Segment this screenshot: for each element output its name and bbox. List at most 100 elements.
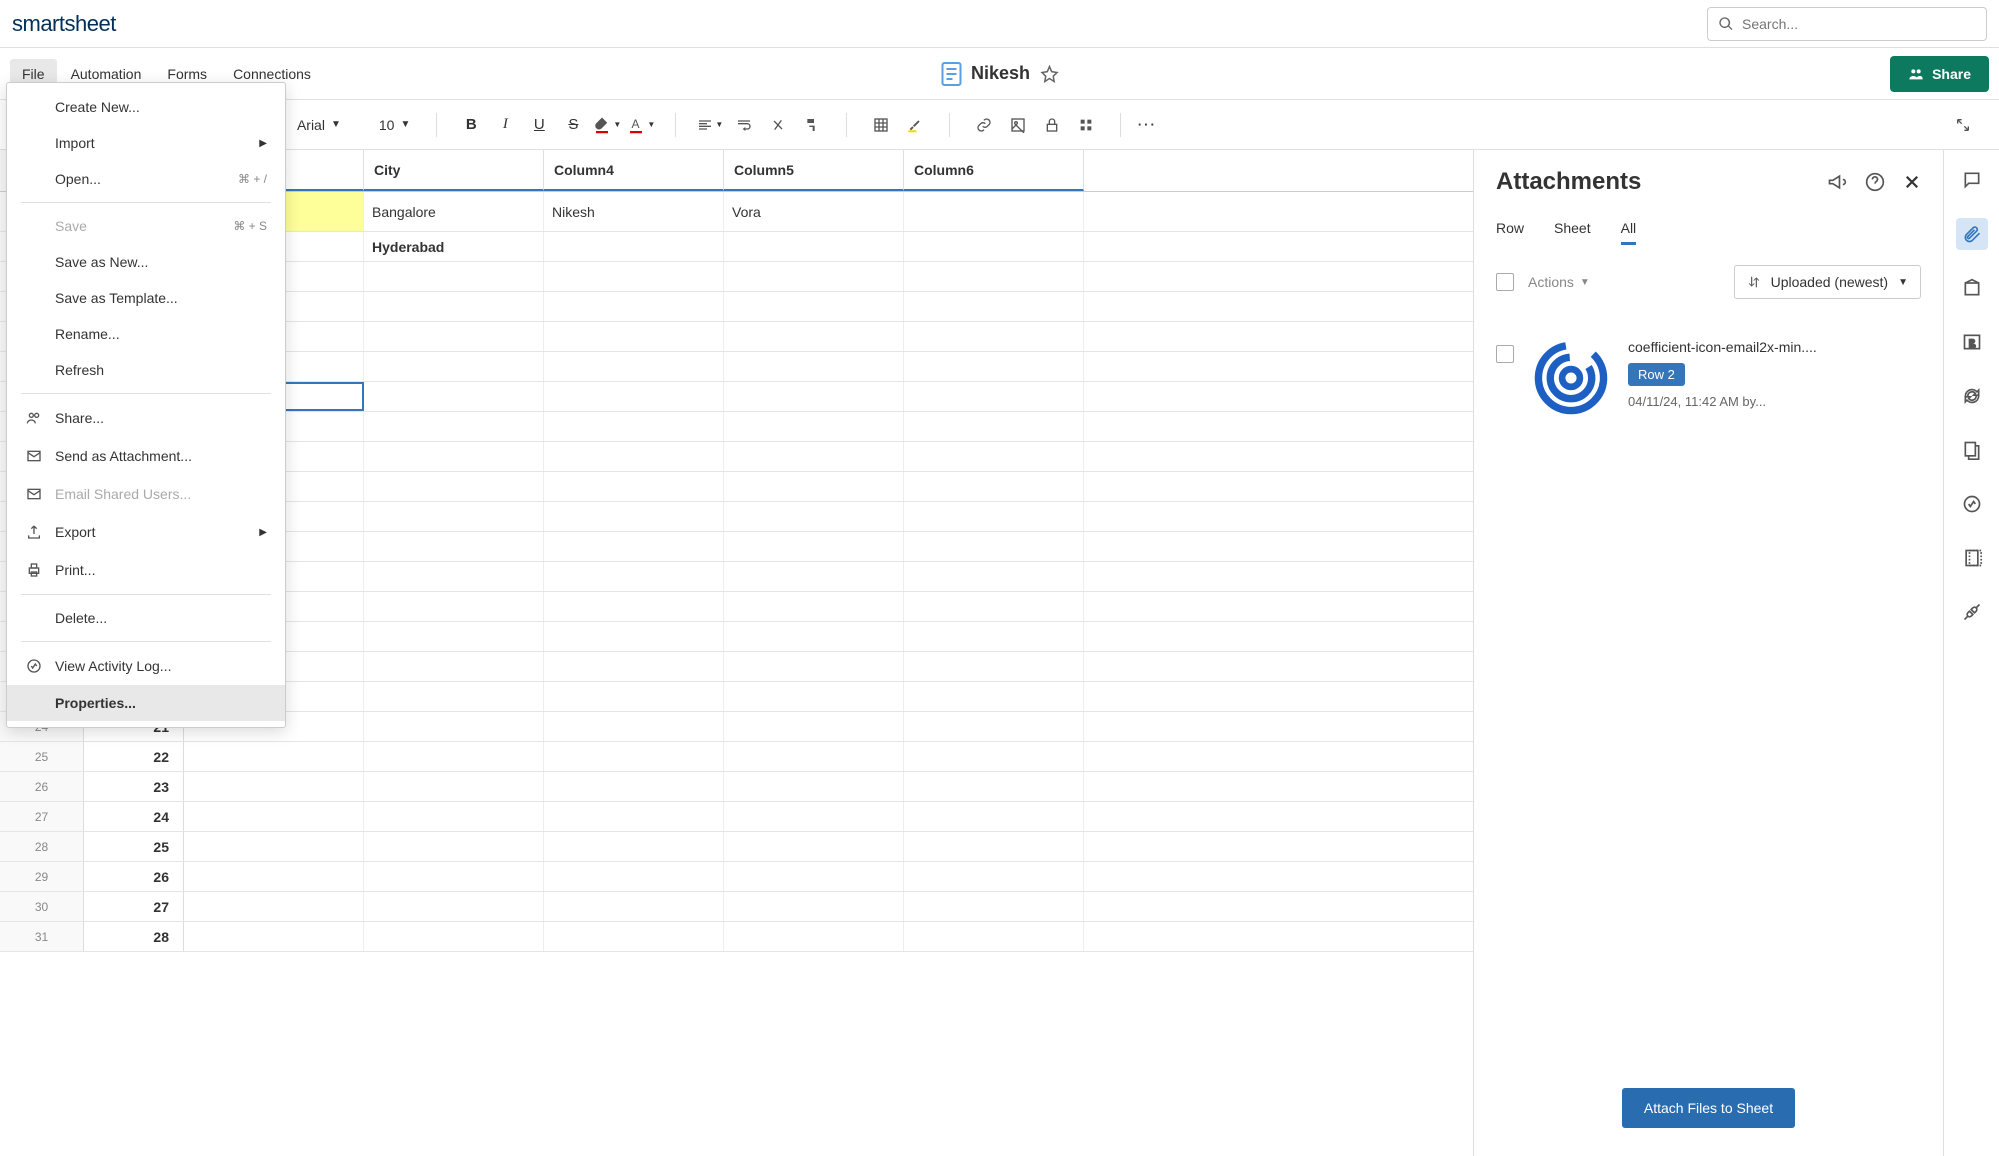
wrap-button[interactable]: [728, 109, 760, 141]
cell[interactable]: [544, 382, 724, 411]
cell[interactable]: [544, 322, 724, 351]
cell[interactable]: [724, 772, 904, 801]
cell[interactable]: [364, 892, 544, 921]
table-row[interactable]: 2623: [0, 772, 1473, 802]
attach-files-button[interactable]: Attach Files to Sheet: [1622, 1088, 1795, 1128]
cell[interactable]: [904, 922, 1084, 951]
search-box[interactable]: [1707, 7, 1987, 41]
expand-button[interactable]: [1947, 109, 1979, 141]
cell[interactable]: [904, 262, 1084, 291]
rail-brandfolder[interactable]: [1956, 326, 1988, 358]
cell[interactable]: [364, 922, 544, 951]
cell[interactable]: [724, 682, 904, 711]
cell[interactable]: [544, 472, 724, 501]
file-menu-item[interactable]: View Activity Log...: [7, 647, 285, 685]
cell[interactable]: [724, 382, 904, 411]
row-number[interactable]: 31: [0, 922, 84, 951]
tab-all[interactable]: All: [1621, 214, 1637, 245]
cell[interactable]: [544, 562, 724, 591]
strike-button[interactable]: S: [557, 109, 589, 141]
line-number-cell[interactable]: 24: [84, 802, 184, 831]
line-number-cell[interactable]: 23: [84, 772, 184, 801]
row-badge[interactable]: Row 2: [1628, 363, 1685, 386]
cell[interactable]: [904, 562, 1084, 591]
file-menu-item[interactable]: Delete...: [7, 600, 285, 636]
cell[interactable]: Nikesh: [544, 192, 724, 231]
announce-icon[interactable]: [1827, 172, 1847, 192]
link-button[interactable]: [968, 109, 1000, 141]
cell[interactable]: Bangalore: [364, 192, 544, 231]
cell[interactable]: [544, 262, 724, 291]
rail-activity[interactable]: [1956, 488, 1988, 520]
cell[interactable]: [904, 832, 1084, 861]
underline-button[interactable]: U: [523, 109, 555, 141]
cell[interactable]: [364, 562, 544, 591]
search-input[interactable]: [1742, 16, 1976, 32]
cell[interactable]: [724, 292, 904, 321]
tab-row[interactable]: Row: [1496, 214, 1524, 245]
rail-connections[interactable]: [1956, 596, 1988, 628]
cell[interactable]: [364, 742, 544, 771]
cell[interactable]: [364, 682, 544, 711]
row-number[interactable]: 28: [0, 832, 84, 861]
table-row[interactable]: 2724: [0, 802, 1473, 832]
fill-color-button[interactable]: ▼: [591, 109, 623, 141]
cell[interactable]: [904, 772, 1084, 801]
cell[interactable]: [544, 862, 724, 891]
file-menu-item[interactable]: Refresh: [7, 352, 285, 388]
cell[interactable]: [724, 622, 904, 651]
cell[interactable]: [364, 322, 544, 351]
attachment-checkbox[interactable]: [1496, 345, 1514, 363]
table-row[interactable]: 2522: [0, 742, 1473, 772]
cell[interactable]: [724, 532, 904, 561]
line-number-cell[interactable]: 26: [84, 862, 184, 891]
size-dropdown[interactable]: 10▼: [371, 113, 418, 137]
cell[interactable]: [724, 592, 904, 621]
table-row[interactable]: 2825: [0, 832, 1473, 862]
row-number[interactable]: 27: [0, 802, 84, 831]
file-menu-item[interactable]: Rename...: [7, 316, 285, 352]
line-number-cell[interactable]: 22: [84, 742, 184, 771]
cell[interactable]: [904, 592, 1084, 621]
cell[interactable]: [544, 592, 724, 621]
cell[interactable]: [364, 352, 544, 381]
share-button[interactable]: Share: [1890, 56, 1989, 92]
cell[interactable]: [904, 682, 1084, 711]
cell[interactable]: [904, 532, 1084, 561]
cell[interactable]: [544, 922, 724, 951]
highlight-button[interactable]: [899, 109, 931, 141]
cell[interactable]: [904, 352, 1084, 381]
cell[interactable]: [544, 442, 724, 471]
column-header[interactable]: Column6: [904, 150, 1084, 191]
column-header[interactable]: Column4: [544, 150, 724, 191]
attachment-item[interactable]: coefficient-icon-email2x-min.... Row 2 0…: [1496, 339, 1921, 417]
cell[interactable]: [724, 502, 904, 531]
doc-title[interactable]: Nikesh: [971, 63, 1030, 84]
line-number-cell[interactable]: 27: [84, 892, 184, 921]
format-painter-button[interactable]: [796, 109, 828, 141]
cell[interactable]: [904, 192, 1084, 231]
cell[interactable]: [364, 292, 544, 321]
cell[interactable]: [724, 892, 904, 921]
cell[interactable]: [904, 502, 1084, 531]
row-number[interactable]: 30: [0, 892, 84, 921]
font-dropdown[interactable]: Arial▼: [289, 113, 349, 137]
cell[interactable]: [904, 802, 1084, 831]
more-format-button[interactable]: [1070, 109, 1102, 141]
cell[interactable]: [724, 862, 904, 891]
file-menu-item[interactable]: Import▶: [7, 125, 285, 161]
file-menu-item[interactable]: Save as Template...: [7, 280, 285, 316]
cell[interactable]: [904, 892, 1084, 921]
cell[interactable]: [184, 802, 364, 831]
cell[interactable]: [904, 742, 1084, 771]
cell[interactable]: [724, 322, 904, 351]
cell[interactable]: [364, 712, 544, 741]
cell[interactable]: [724, 652, 904, 681]
cell[interactable]: [544, 712, 724, 741]
align-button[interactable]: ▼: [694, 109, 726, 141]
cell[interactable]: [544, 502, 724, 531]
cell[interactable]: [544, 292, 724, 321]
italic-button[interactable]: I: [489, 109, 521, 141]
cell[interactable]: [904, 412, 1084, 441]
cell[interactable]: [364, 772, 544, 801]
